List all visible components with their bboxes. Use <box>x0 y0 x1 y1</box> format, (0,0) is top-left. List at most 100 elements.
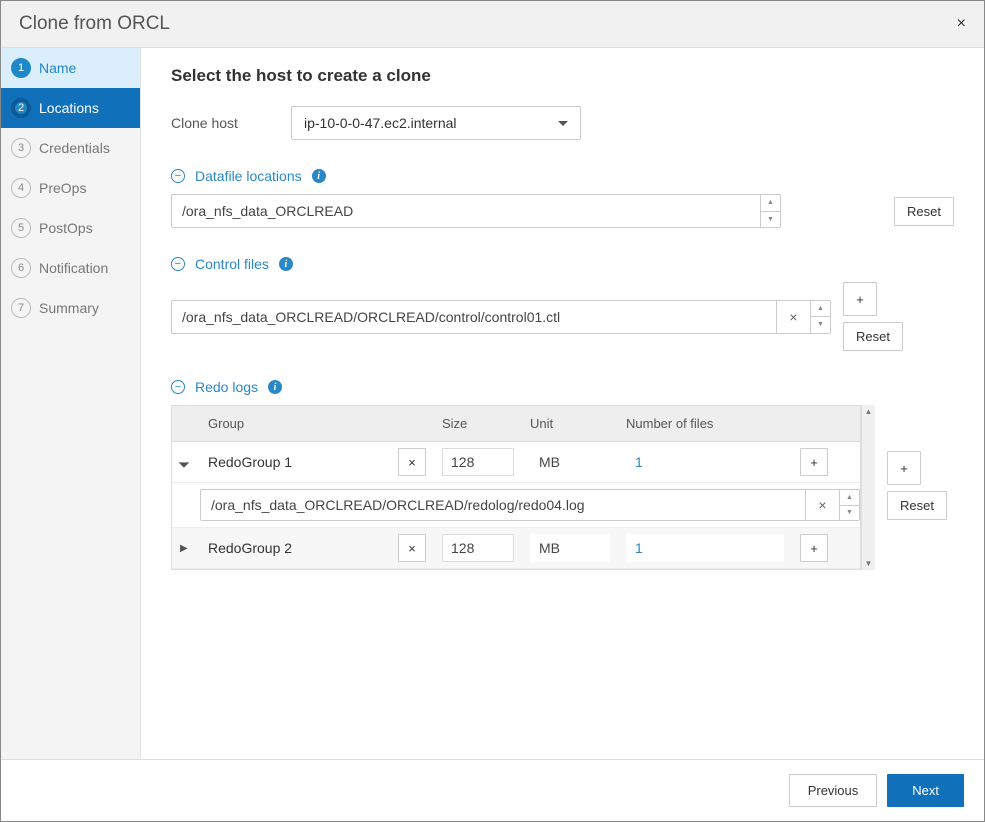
dialog-title: Clone from ORCL <box>19 13 170 35</box>
col-size: Size <box>434 406 522 441</box>
spinner-up-icon[interactable]: ▲ <box>840 490 859 506</box>
collapse-icon: − <box>171 169 185 183</box>
control-add-button[interactable]: + <box>843 282 877 316</box>
step-label: Notification <box>39 260 108 276</box>
redo-section-header[interactable]: − Redo logs i <box>171 379 954 395</box>
redo-size-input[interactable]: 128 <box>442 534 514 562</box>
spinner-down-icon[interactable]: ▼ <box>811 317 830 333</box>
spinner[interactable]: ▲ ▼ <box>760 195 780 227</box>
caret-down-icon <box>558 121 568 126</box>
dialog-footer: Previous Next <box>1 759 984 821</box>
col-num: Number of files <box>618 406 792 441</box>
control-remove-button[interactable]: × <box>776 301 810 333</box>
spinner[interactable]: ▲ ▼ <box>810 301 830 333</box>
titlebar: Clone from ORCL × <box>1 1 984 48</box>
clone-host-label: Clone host <box>171 115 291 131</box>
control-title: Control files <box>195 256 269 272</box>
redo-table-header: Group Size Unit Number of files <box>172 406 860 442</box>
col-unit: Unit <box>522 406 618 441</box>
spinner-up-icon[interactable]: ▲ <box>761 195 780 212</box>
datafile-title: Datafile locations <box>195 168 302 184</box>
step-name[interactable]: 1 Name <box>1 48 140 88</box>
wizard-sidebar: 1 Name 2 Locations 3 Credentials 4 PreOp… <box>1 48 141 759</box>
col-group: Group <box>200 406 390 441</box>
datafile-path-input[interactable]: /ora_nfs_data_ORCLREAD ▲ ▼ <box>171 194 781 228</box>
redo-addfile-button[interactable]: + <box>800 448 828 476</box>
redo-reset-button[interactable]: Reset <box>887 491 947 520</box>
redo-scrollbar[interactable]: ▲ ▼ <box>861 405 875 570</box>
step-label: Summary <box>39 300 99 316</box>
expand-icon[interactable]: ◢ <box>177 455 190 468</box>
datafile-row: /ora_nfs_data_ORCLREAD ▲ ▼ Reset <box>171 194 954 228</box>
spinner-up-icon[interactable]: ▲ <box>811 301 830 318</box>
step-number-icon: 1 <box>11 58 31 78</box>
datafile-reset-button[interactable]: Reset <box>894 197 954 226</box>
control-reset-button[interactable]: Reset <box>843 322 903 351</box>
redo-unit: MB <box>530 448 610 476</box>
step-number-icon: 4 <box>11 178 31 198</box>
next-button[interactable]: Next <box>887 774 964 807</box>
step-summary[interactable]: 7 Summary <box>1 288 140 328</box>
redo-area: Group Size Unit Number of files ◢ RedoGr… <box>171 405 954 570</box>
step-number-icon: 2 <box>11 98 31 118</box>
redo-file-row: /ora_nfs_data_ORCLREAD/ORCLREAD/redolog/… <box>172 483 860 528</box>
redo-add-button[interactable]: + <box>887 451 921 485</box>
clone-host-value: ip-10-0-0-47.ec2.internal <box>304 115 457 131</box>
control-section-header[interactable]: − Control files i <box>171 256 954 272</box>
step-number-icon: 6 <box>11 258 31 278</box>
redo-unit: MB <box>530 534 610 562</box>
step-label: Credentials <box>39 140 110 156</box>
step-number-icon: 5 <box>11 218 31 238</box>
clone-host-select[interactable]: ip-10-0-0-47.ec2.internal <box>291 106 581 140</box>
previous-button[interactable]: Previous <box>789 774 878 807</box>
expand-icon[interactable]: ▶ <box>180 543 188 554</box>
page-heading: Select the host to create a clone <box>171 66 954 86</box>
redo-title: Redo logs <box>195 379 258 395</box>
clone-host-row: Clone host ip-10-0-0-47.ec2.internal <box>171 106 954 140</box>
control-path-input[interactable]: /ora_nfs_data_ORCLREAD/ORCLREAD/control/… <box>171 300 831 334</box>
redo-group-name: RedoGroup 1 <box>208 454 292 470</box>
step-credentials[interactable]: 3 Credentials <box>1 128 140 168</box>
redo-numfiles: 1 <box>626 448 784 476</box>
spinner[interactable]: ▲ ▼ <box>839 490 859 520</box>
clone-dialog: Clone from ORCL × 1 Name 2 Locations 3 C… <box>0 0 985 822</box>
step-label: Name <box>39 60 76 76</box>
collapse-icon: − <box>171 257 185 271</box>
step-label: PreOps <box>39 180 86 196</box>
control-path-value: /ora_nfs_data_ORCLREAD/ORCLREAD/control/… <box>172 301 776 333</box>
redo-row-2: ▶ RedoGroup 2 × 128 MB 1 + <box>172 528 860 569</box>
redo-delete-button[interactable]: × <box>398 448 426 476</box>
step-locations[interactable]: 2 Locations <box>1 88 140 128</box>
redo-file-remove-button[interactable]: × <box>805 490 839 520</box>
redo-addfile-button[interactable]: + <box>800 534 828 562</box>
step-label: PostOps <box>39 220 93 236</box>
scroll-up-icon[interactable]: ▲ <box>862 405 875 418</box>
dialog-body: 1 Name 2 Locations 3 Credentials 4 PreOp… <box>1 48 984 759</box>
close-icon[interactable]: × <box>957 15 966 33</box>
step-postops[interactable]: 5 PostOps <box>1 208 140 248</box>
redo-file-input[interactable]: /ora_nfs_data_ORCLREAD/ORCLREAD/redolog/… <box>200 489 860 521</box>
spinner-down-icon[interactable]: ▼ <box>840 506 859 521</box>
info-icon[interactable]: i <box>268 380 282 394</box>
step-preops[interactable]: 4 PreOps <box>1 168 140 208</box>
redo-table: Group Size Unit Number of files ◢ RedoGr… <box>171 405 861 570</box>
step-number-icon: 7 <box>11 298 31 318</box>
info-icon[interactable]: i <box>312 169 326 183</box>
redo-size-input[interactable]: 128 <box>442 448 514 476</box>
step-label: Locations <box>39 100 99 116</box>
step-number-icon: 3 <box>11 138 31 158</box>
step-notification[interactable]: 6 Notification <box>1 248 140 288</box>
info-icon[interactable]: i <box>279 257 293 271</box>
spinner-down-icon[interactable]: ▼ <box>761 212 780 228</box>
redo-row-1: ◢ RedoGroup 1 × 128 MB 1 + <box>172 442 860 483</box>
datafile-path-value: /ora_nfs_data_ORCLREAD <box>172 195 760 227</box>
redo-group-name: RedoGroup 2 <box>208 540 292 556</box>
main-panel: Select the host to create a clone Clone … <box>141 48 984 759</box>
redo-file-path: /ora_nfs_data_ORCLREAD/ORCLREAD/redolog/… <box>201 490 805 520</box>
scroll-down-icon[interactable]: ▼ <box>862 557 875 570</box>
control-row: /ora_nfs_data_ORCLREAD/ORCLREAD/control/… <box>171 282 954 351</box>
collapse-icon: − <box>171 380 185 394</box>
redo-numfiles: 1 <box>626 534 784 562</box>
datafile-section-header[interactable]: − Datafile locations i <box>171 168 954 184</box>
redo-delete-button[interactable]: × <box>398 534 426 562</box>
